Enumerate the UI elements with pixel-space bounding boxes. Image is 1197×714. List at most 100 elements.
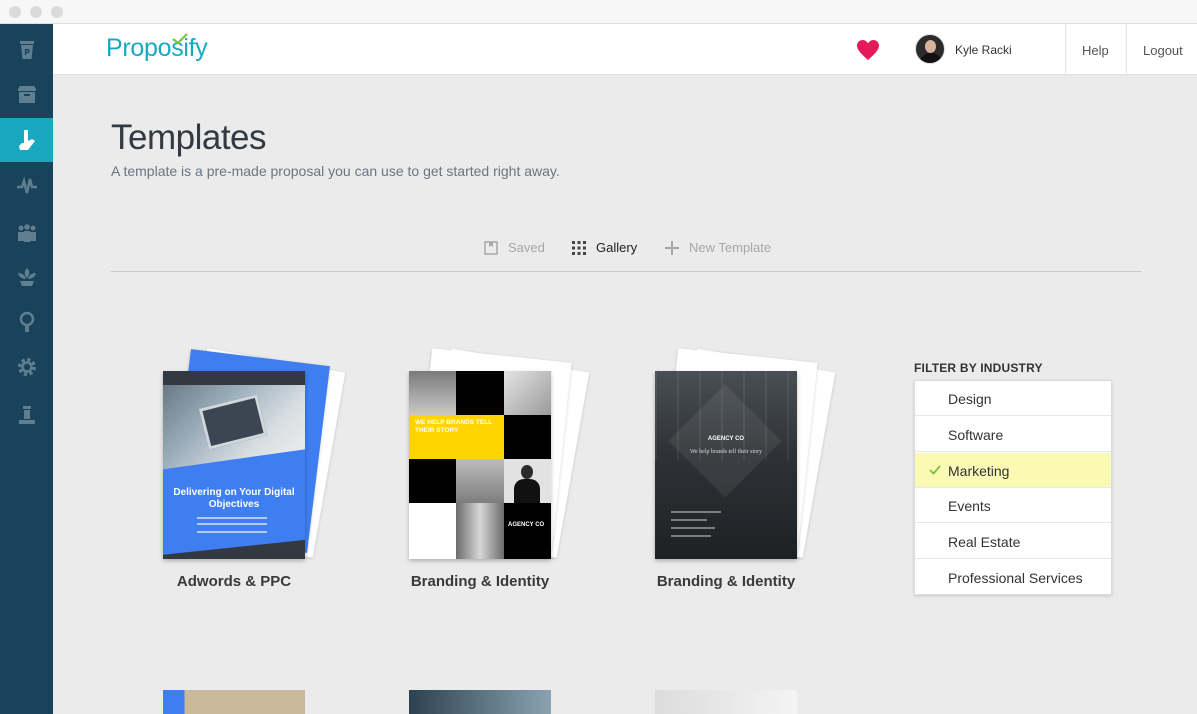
cover-brand: AGENCY CO: [508, 522, 545, 528]
tab-new-template[interactable]: New Template: [665, 240, 771, 255]
filter-option-marketing[interactable]: Marketing: [915, 453, 1111, 488]
sidebar-item-archive[interactable]: [0, 73, 53, 117]
window-zoom-dot[interactable]: [51, 6, 63, 18]
cover-tile-black: [504, 415, 551, 459]
cover-tile-black: [456, 371, 504, 415]
cover-text-line: [197, 517, 267, 519]
filter-option-professional-services[interactable]: Professional Services: [915, 560, 1111, 595]
team-users-icon: [17, 224, 36, 242]
avatar-face: [925, 40, 936, 53]
templates-hand-icon: [18, 130, 35, 150]
template-card-peek[interactable]: [163, 690, 305, 714]
avatar-body: [919, 53, 943, 63]
clients-lotus-icon: [17, 268, 36, 286]
sidebar-item-clients[interactable]: [0, 255, 53, 299]
page-title: Templates: [111, 118, 267, 157]
saved-icon: [484, 240, 498, 255]
logo-check-icon: [172, 33, 188, 45]
template-card[interactable]: Delivering on Your Digital Objectives Ad…: [134, 345, 346, 595]
cover-tile-white: [409, 503, 456, 559]
cover-tile-black: [409, 459, 456, 503]
archive-box-icon: [17, 86, 36, 103]
template-cover: WE HELP BRANDS TELL THEIR STORY AGENCY C…: [409, 371, 551, 559]
tab-gallery-label: Gallery: [596, 240, 638, 255]
sidebar-item-settings[interactable]: [0, 345, 53, 389]
filter-option-label: Software: [948, 427, 1004, 443]
sidebar: P: [0, 24, 53, 714]
filter-option-design[interactable]: Design: [915, 381, 1111, 416]
svg-text:P: P: [24, 48, 30, 57]
cover-bottom-band: [163, 538, 305, 559]
filter-option-label: Events: [948, 498, 991, 514]
tabs-divider: [111, 271, 1141, 272]
template-cover: Delivering on Your Digital Objectives: [163, 371, 305, 559]
cover-top-bar: [163, 371, 305, 385]
filter-option-label: Real Estate: [948, 534, 1021, 550]
template-card-peek[interactable]: [409, 690, 551, 714]
portrait-head: [521, 465, 533, 479]
filter-option-label: Marketing: [948, 463, 1010, 479]
cover-text-line: [671, 535, 711, 537]
cover-heading: Delivering on Your Digital Objectives: [173, 487, 295, 510]
filter-option-software[interactable]: Software: [915, 417, 1111, 452]
browser-titlebar: [0, 0, 1197, 24]
header-divider: [1065, 24, 1066, 75]
filter-option-events[interactable]: Events: [915, 488, 1111, 523]
sidebar-item-activity[interactable]: [0, 164, 53, 208]
cover-heading: We help brands tell their story: [689, 449, 763, 455]
cover-tile-photo: [409, 371, 456, 415]
grid-icon: [572, 240, 586, 255]
page-subtitle: A template is a pre-made proposal you ca…: [111, 163, 560, 179]
sidebar-item-templates[interactable]: [0, 118, 53, 162]
help-link[interactable]: Help: [1082, 43, 1109, 58]
cover-text-line: [671, 511, 721, 513]
logout-link[interactable]: Logout: [1143, 43, 1183, 58]
cover-text-line: [197, 531, 267, 533]
filter-option-label: Design: [948, 391, 992, 407]
heart-icon[interactable]: [856, 39, 880, 61]
proposify-cup-icon: P: [19, 41, 34, 59]
filter-title: FILTER BY INDUSTRY: [914, 361, 1043, 375]
plus-icon: [665, 240, 679, 255]
user-name[interactable]: Kyle Racki: [955, 43, 1012, 57]
cover-tile-black: [504, 503, 551, 559]
header-divider: [1126, 24, 1127, 75]
proposify-logo[interactable]: Proposify: [106, 34, 208, 63]
settings-gear-icon: [17, 358, 36, 376]
activity-pulse-icon: [16, 176, 37, 194]
cover-brand: AGENCY CO: [707, 436, 745, 442]
template-title[interactable]: Adwords & PPC: [134, 573, 334, 590]
filter-option-real-estate[interactable]: Real Estate: [915, 524, 1111, 559]
template-cover: AGENCY CO We help brands tell their stor…: [655, 371, 797, 559]
cover-text-line: [671, 527, 715, 529]
tab-saved[interactable]: Saved: [484, 240, 545, 255]
window-close-dot[interactable]: [9, 6, 21, 18]
cover-tile-photo: [504, 371, 551, 415]
sidebar-item-library[interactable]: [0, 393, 53, 437]
sidebar-item-team[interactable]: [0, 211, 53, 255]
cover-tile-photo: [456, 459, 504, 503]
template-card[interactable]: AGENCY CO We help brands tell their stor…: [626, 345, 836, 595]
sidebar-item-ideas[interactable]: [0, 300, 53, 344]
template-card[interactable]: WE HELP BRANDS TELL THEIR STORY AGENCY C…: [380, 345, 590, 595]
template-title[interactable]: Branding & Identity: [380, 573, 580, 590]
cover-text-line: [671, 519, 707, 521]
window-minimize-dot[interactable]: [30, 6, 42, 18]
tab-saved-label: Saved: [508, 240, 545, 255]
sidebar-item-proposals[interactable]: P: [0, 28, 53, 72]
lightbulb-icon: [19, 311, 34, 332]
user-avatar[interactable]: [915, 34, 945, 64]
template-card-peek[interactable]: [655, 690, 797, 714]
cover-text-line: [197, 523, 267, 525]
check-icon: [929, 465, 941, 475]
tab-new-template-label: New Template: [689, 240, 772, 255]
library-stand-icon: [18, 406, 35, 424]
industry-filter: Design Software Marketing Events Real Es…: [914, 380, 1112, 595]
template-title[interactable]: Branding & Identity: [626, 573, 826, 590]
tab-gallery[interactable]: Gallery: [572, 240, 637, 255]
top-header: Proposify Kyle Racki Help Logout: [53, 24, 1197, 75]
portrait-body: [514, 479, 540, 503]
cover-tile-photo: [456, 503, 504, 559]
filter-option-label: Professional Services: [948, 570, 1083, 586]
cover-heading: WE HELP BRANDS TELL THEIR STORY: [415, 419, 493, 434]
